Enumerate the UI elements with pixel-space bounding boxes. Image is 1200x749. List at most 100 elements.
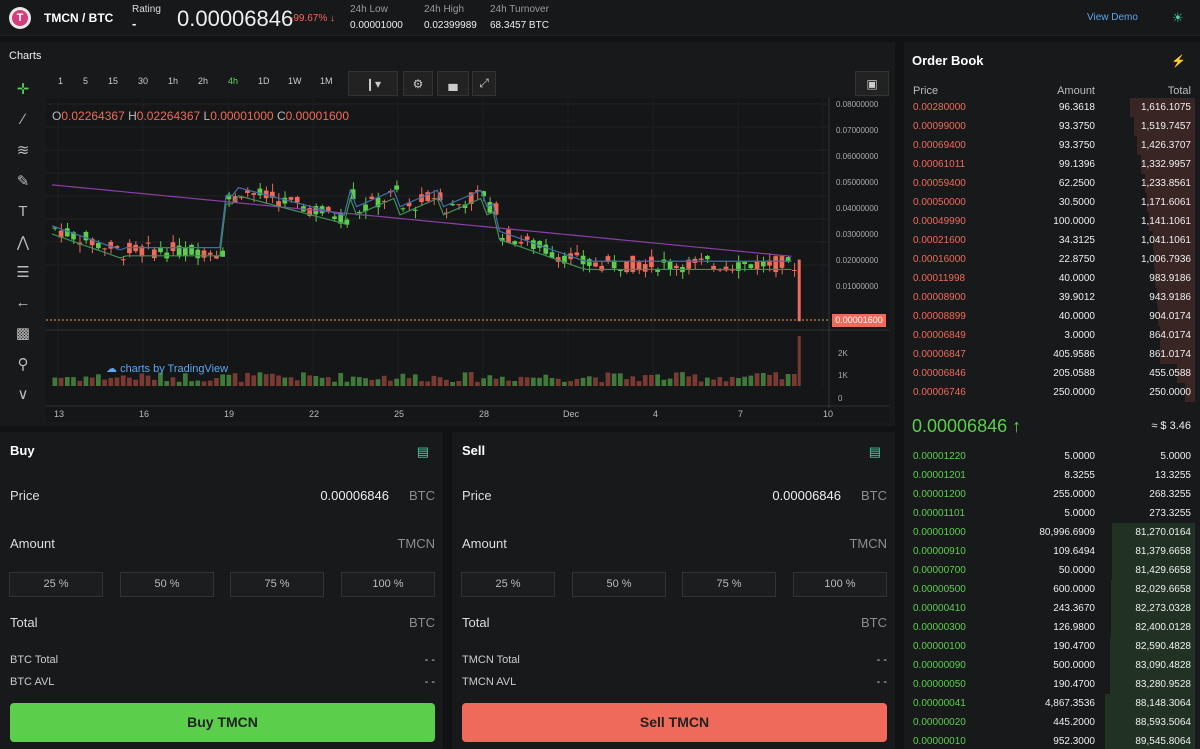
bid-row[interactable]: 0.00001220 5.0000 5.0000 (904, 447, 1200, 466)
ask-row[interactable]: 0.00016000 22.8750 1,006.7936 (904, 250, 1200, 269)
bid-row[interactable]: 0.00000100 190.4700 82,590.4828 (904, 637, 1200, 656)
price-value[interactable]: 0.00006846 (320, 488, 389, 503)
order-amount: 40.0000 (1058, 273, 1095, 284)
bid-row[interactable]: 0.00000500 600.0000 82,029.6658 (904, 580, 1200, 599)
trend-line-icon[interactable]: ∕ (8, 105, 38, 136)
bid-row[interactable]: 0.00000700 50.0000 81,429.6658 (904, 561, 1200, 580)
bid-row[interactable]: 0.00001200 255.0000 268.3255 (904, 485, 1200, 504)
pair-name[interactable]: TMCN / BTC (44, 11, 113, 25)
sell-price-field[interactable]: Price 0.00006846 BTC (462, 488, 887, 503)
order-price: 0.00001101 (913, 508, 966, 519)
volume-bar (568, 381, 573, 386)
ask-row[interactable]: 0.00006849 3.0000 864.0174 (904, 326, 1200, 345)
ask-row[interactable]: 0.00006846 205.0588 455.0588 (904, 364, 1200, 383)
sell-pct-button[interactable]: 25 % (461, 572, 555, 597)
order-amount: 50.0000 (1058, 565, 1095, 576)
crosshair-icon[interactable]: ✛ (8, 74, 38, 105)
buy-wallet-icon[interactable]: ▤ (417, 444, 429, 460)
interval-5[interactable]: 5 (83, 76, 88, 86)
sell-wallet-icon[interactable]: ▤ (869, 444, 881, 460)
candle-type-icon[interactable]: ❙▾ (348, 71, 398, 96)
sell-amount-field[interactable]: Amount TMCN (462, 536, 887, 551)
ask-row[interactable]: 0.00006847 405.9586 861.0174 (904, 345, 1200, 364)
indicator-icon[interactable]: ▗▖ (437, 71, 469, 96)
sell-pct-button[interactable]: 100 % (793, 572, 887, 597)
bid-row[interactable]: 0.00000410 243.3670 82,273.0328 (904, 599, 1200, 618)
bid-row[interactable]: 0.00000041 4,867.3536 88,148.3064 (904, 694, 1200, 713)
fullscreen-icon[interactable]: ⤢ (472, 71, 496, 96)
buy-submit-button[interactable]: Buy TMCN (10, 703, 435, 742)
buy-amount-field[interactable]: Amount TMCN (10, 536, 435, 551)
back-arrow-icon[interactable]: ← (8, 288, 38, 319)
mid-price: 0.00006846 ↑ (912, 416, 1022, 436)
indicators-icon[interactable]: ▩ (8, 318, 38, 349)
sell-total-field[interactable]: Total BTC (462, 615, 887, 630)
ask-row[interactable]: 0.00021600 34.3125 1,041.1061 (904, 231, 1200, 250)
bid-row[interactable]: 0.00001201 8.3255 13.3255 (904, 466, 1200, 485)
lightning-icon[interactable]: ⚡ (1171, 54, 1186, 68)
ask-row[interactable]: 0.00069400 93.3750 1,426.3707 (904, 136, 1200, 155)
interval-2h[interactable]: 2h (198, 76, 208, 86)
interval-15[interactable]: 15 (108, 76, 118, 86)
sell-pct-button[interactable]: 50 % (572, 572, 666, 597)
bid-row[interactable]: 0.00001101 5.0000 273.3255 (904, 504, 1200, 523)
ask-row[interactable]: 0.00049990 100.0000 1,141.1061 (904, 212, 1200, 231)
interval-30[interactable]: 30 (138, 76, 148, 86)
bid-row[interactable]: 0.00000020 445.2000 88,593.5064 (904, 713, 1200, 732)
interval-1h[interactable]: 1h (168, 76, 178, 86)
pattern-icon[interactable]: ⋀ (8, 227, 38, 258)
ask-row[interactable]: 0.00008899 40.0000 904.0174 (904, 307, 1200, 326)
theme-toggle-icon[interactable]: ☀ (1172, 10, 1184, 26)
ask-row[interactable]: 0.00280000 96.3618 1,616.1075 (904, 98, 1200, 117)
ask-row[interactable]: 0.00061011 99.1396 1,332.9957 (904, 155, 1200, 174)
settings-icon[interactable]: ⚙ (403, 71, 433, 96)
buy-pct-button[interactable]: 50 % (120, 572, 214, 597)
ask-row[interactable]: 0.00059400 62.2500 1,233.8561 (904, 174, 1200, 193)
bid-row[interactable]: 0.00000050 190.4700 83,280.9528 (904, 675, 1200, 694)
ask-row[interactable]: 0.00050000 30.5000 1,171.6061 (904, 193, 1200, 212)
order-amount: 445.2000 (1053, 717, 1095, 728)
price-value[interactable]: 0.00006846 (772, 488, 841, 503)
collapse-icon[interactable]: ∨ (8, 379, 38, 410)
ask-row[interactable]: 0.00008900 39.9012 943.9186 (904, 288, 1200, 307)
sell-submit-button[interactable]: Sell TMCN (462, 703, 887, 742)
pitchfork-icon[interactable]: ≋ (8, 135, 38, 166)
buy-pct-button[interactable]: 75 % (230, 572, 324, 597)
candle-body (207, 252, 213, 255)
view-demo-link[interactable]: View Demo (1087, 12, 1138, 23)
order-amount: 255.0000 (1053, 489, 1095, 500)
volume-bar (164, 381, 170, 386)
bid-row[interactable]: 0.00000090 500.0000 83,090.4828 (904, 656, 1200, 675)
buy-total-field[interactable]: Total BTC (10, 615, 435, 630)
buy-price-field[interactable]: Price 0.00006846 BTC (10, 488, 435, 503)
bid-row[interactable]: 0.00001000 80,996.6909 81,270.0164 (904, 523, 1200, 542)
measure-icon[interactable]: ☰ (8, 257, 38, 288)
interval-4h[interactable]: 4h (228, 76, 238, 86)
x-tick-label: 4 (653, 409, 658, 419)
candle-body (195, 249, 201, 259)
sell-pct-button[interactable]: 75 % (682, 572, 776, 597)
total-unit: BTC (861, 615, 887, 630)
interval-1D[interactable]: 1D (258, 76, 270, 86)
order-total: 1,141.1061 (1140, 216, 1191, 227)
text-tool-icon[interactable]: T (8, 196, 38, 227)
ask-row[interactable]: 0.00006746 250.0000 250.0000 (904, 383, 1200, 402)
buy-pct-button[interactable]: 100 % (341, 572, 435, 597)
interval-1M[interactable]: 1M (320, 76, 333, 86)
price-chart[interactable]: O0.02264367 H0.02264367 L0.00001000 C0.0… (46, 98, 889, 422)
screenshot-icon[interactable]: ▣ (855, 71, 889, 96)
zoom-icon[interactable]: ⚲ (8, 349, 38, 380)
interval-1W[interactable]: 1W (288, 76, 302, 86)
ask-row[interactable]: 0.00011998 40.0000 983.9186 (904, 269, 1200, 288)
turnover-value: 68.3457 BTC (490, 20, 549, 31)
bid-row[interactable]: 0.00000910 109.6494 81,379.6658 (904, 542, 1200, 561)
bid-row[interactable]: 0.00000010 952.3000 89,545.8064 (904, 732, 1200, 749)
buy-pct-button[interactable]: 25 % (9, 572, 103, 597)
brush-icon[interactable]: ✎ (8, 166, 38, 197)
tradingview-watermark[interactable]: ☁ charts by TradingView (106, 362, 228, 375)
volume-bar (618, 373, 623, 386)
ask-row[interactable]: 0.00099000 93.3750 1,519.7457 (904, 117, 1200, 136)
bid-row[interactable]: 0.00000300 126.9800 82,400.0128 (904, 618, 1200, 637)
interval-1[interactable]: 1 (58, 76, 63, 86)
volume-bar (456, 381, 462, 386)
